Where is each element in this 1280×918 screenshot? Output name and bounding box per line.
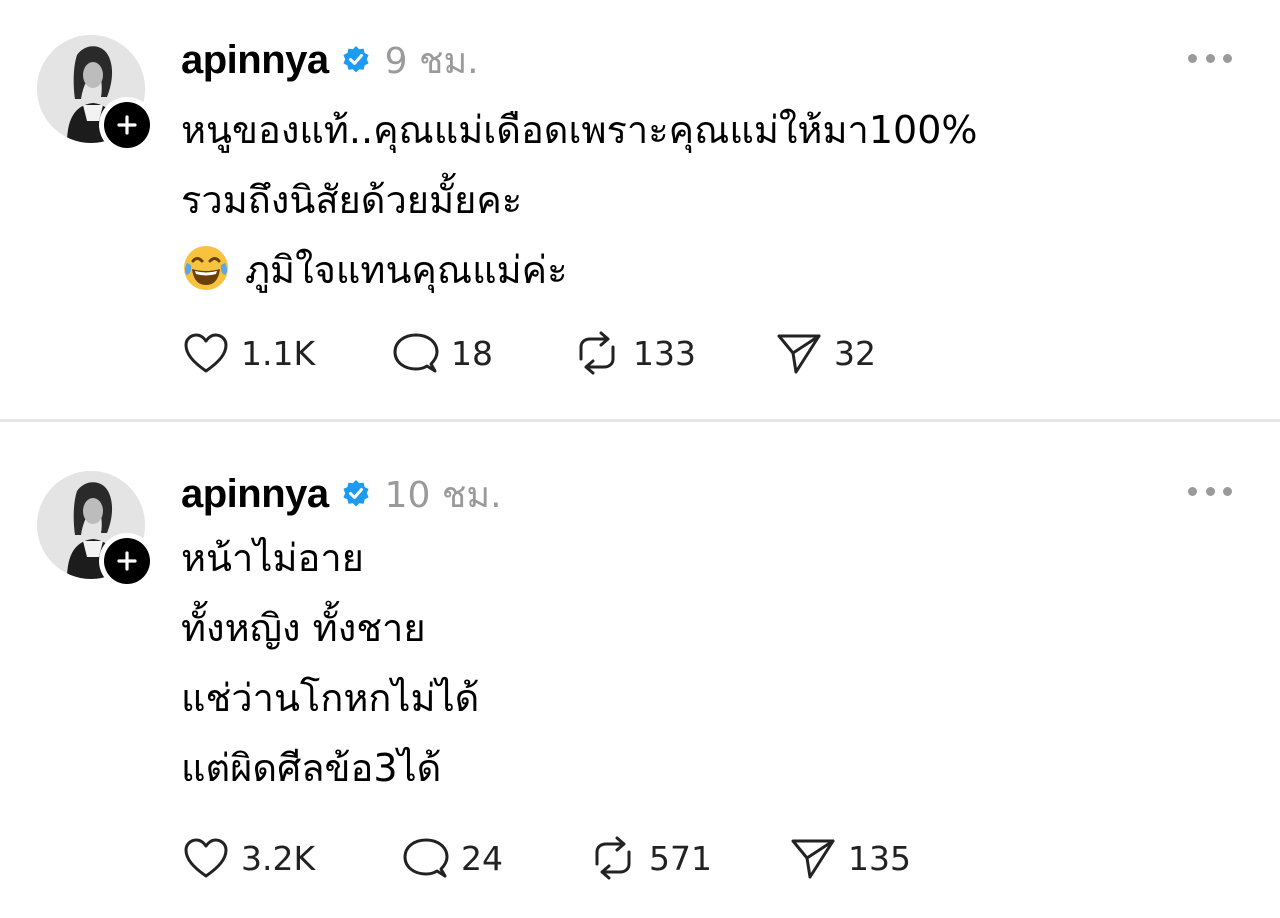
verified-badge-icon <box>341 479 371 509</box>
post-text-line: หนูของแท้..คุณแม่เดือดเพราะคุณแม่ให้มา10… <box>181 108 978 152</box>
repost-count: 133 <box>633 333 696 373</box>
comment-icon <box>393 333 439 373</box>
username[interactable]: apinnya <box>181 38 329 83</box>
send-icon <box>791 839 835 879</box>
repost-count: 571 <box>649 838 712 878</box>
post-divider <box>0 419 1280 422</box>
reply-count: 24 <box>461 838 503 878</box>
post-text: หน้าไม่อาย ทั้งหญิง ทั้งชาย แช่ว่านโกหกไ… <box>181 523 1231 803</box>
like-count: 1.1K <box>241 333 316 373</box>
reply-button[interactable]: 24 <box>403 836 589 880</box>
repost-icon <box>595 836 631 880</box>
username[interactable]: apinnya <box>181 472 329 517</box>
post-text-line: ทั้งหญิง ทั้งชาย <box>181 606 426 650</box>
post-text-line: หน้าไม่อาย <box>181 536 364 580</box>
like-button[interactable]: 3.2K <box>183 837 403 879</box>
post-text-line-with-emoji: ภูมิใจแทนคุณแม่ค่ะ <box>181 235 1231 305</box>
heart-icon <box>184 333 228 373</box>
share-count: 32 <box>834 333 876 373</box>
post-actions: 3.2K 24 571 135 <box>183 835 911 881</box>
post-header: apinnya 9 ชม. <box>181 35 479 85</box>
send-icon <box>777 334 821 374</box>
share-button[interactable]: 135 <box>790 836 911 880</box>
plus-icon <box>104 102 150 148</box>
verified-badge-icon <box>341 45 371 75</box>
post-actions: 1.1K 18 133 32 <box>183 330 876 376</box>
comment-icon <box>403 838 449 878</box>
heart-icon <box>184 838 228 878</box>
face-with-tears-of-joy-icon <box>181 243 231 293</box>
post-text-line: แช่ว่านโกหกไม่ได้ <box>181 676 480 720</box>
reply-count: 18 <box>451 333 493 373</box>
share-count: 135 <box>848 838 911 878</box>
avatar[interactable] <box>37 35 155 153</box>
post-text: หนูของแท้..คุณแม่เดือดเพราะคุณแม่ให้มา10… <box>181 95 1231 305</box>
like-button[interactable]: 1.1K <box>183 332 393 374</box>
thread-post: apinnya 9 ชม. หนูของแท้..คุณแม่เดือดเพรา… <box>0 0 1280 420</box>
post-header: apinnya 10 ชม. <box>181 469 502 519</box>
more-options-icon[interactable] <box>1188 484 1232 498</box>
thread-post: apinnya 10 ชม. หน้าไม่อาย ทั้งหญิง ทั้งช… <box>0 423 1280 918</box>
post-text-line: แต่ผิดศีลข้อ3ได้ <box>181 746 442 790</box>
plus-icon <box>104 538 150 584</box>
post-timestamp[interactable]: 9 ชม. <box>385 32 479 89</box>
post-text-line: ภูมิใจแทนคุณแม่ค่ะ <box>245 248 568 292</box>
repost-icon <box>579 331 615 375</box>
repost-button[interactable]: 133 <box>573 331 776 375</box>
like-count: 3.2K <box>241 838 316 878</box>
follow-button[interactable] <box>99 97 155 153</box>
post-text-line: รวมถึงนิสัยด้วยมั้ยคะ <box>181 178 523 222</box>
share-button[interactable]: 32 <box>776 331 876 375</box>
post-timestamp[interactable]: 10 ชม. <box>385 466 502 523</box>
repost-button[interactable]: 571 <box>589 836 790 880</box>
avatar[interactable] <box>37 471 155 589</box>
reply-button[interactable]: 18 <box>393 331 573 375</box>
follow-button[interactable] <box>99 533 155 589</box>
more-options-icon[interactable] <box>1188 51 1232 65</box>
